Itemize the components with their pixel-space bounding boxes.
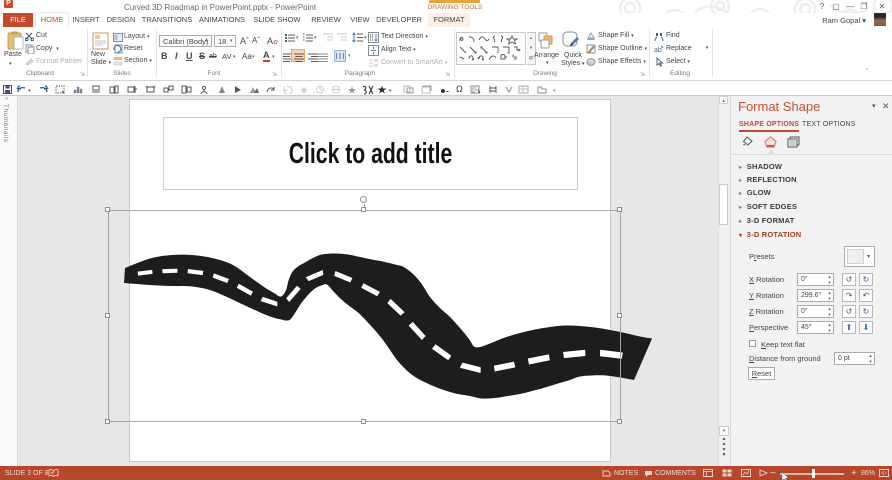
svg-text:ab: ab [654,47,662,54]
